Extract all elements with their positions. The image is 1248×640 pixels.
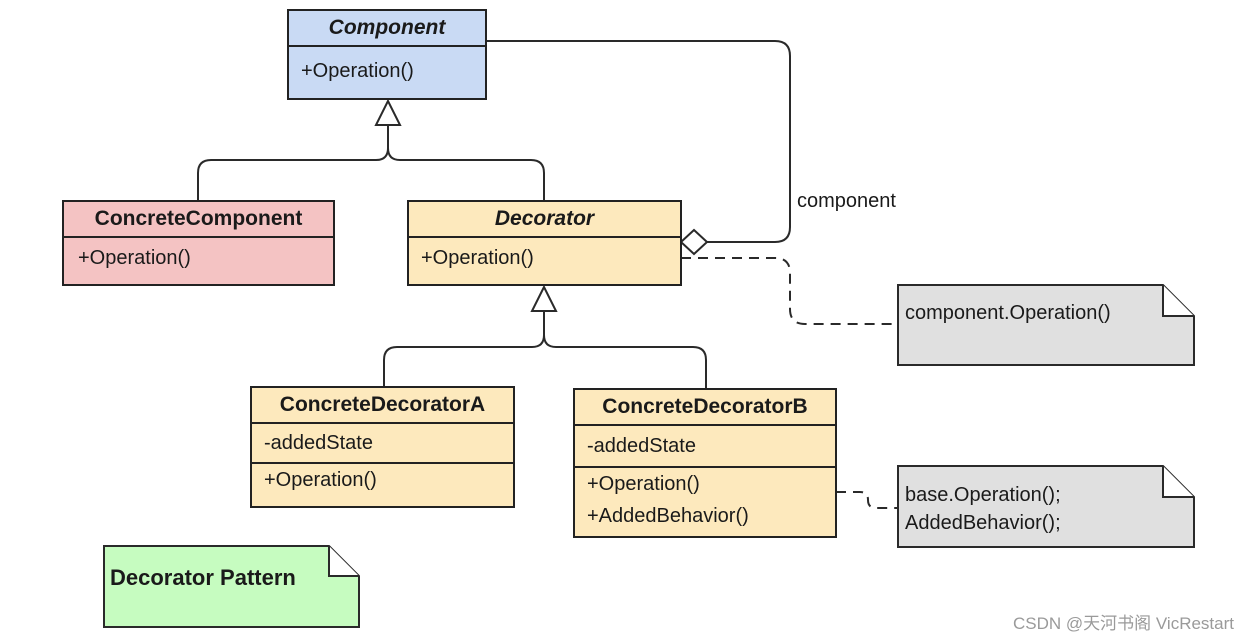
operation: +Operation() bbox=[421, 247, 534, 269]
operation: +Operation() bbox=[301, 60, 414, 82]
note-decorator-b-behavior[interactable]: base.Operation(); AddedBehavior(); bbox=[897, 465, 1195, 548]
aggregation-role-label: component bbox=[797, 190, 896, 212]
note-text-line-2: AddedBehavior(); bbox=[905, 512, 1061, 534]
generalization-line-decorator-a bbox=[383, 310, 545, 388]
operations-section: +Operation() bbox=[64, 238, 333, 274]
attribute: -addedState bbox=[587, 435, 696, 457]
operations-section: +Operation() bbox=[409, 238, 680, 274]
operations-section: +Operation() +AddedBehavior() bbox=[575, 466, 835, 532]
attributes-section: -addedState bbox=[252, 424, 513, 462]
attributes-section: -addedState bbox=[575, 426, 835, 466]
class-name: ConcreteDecoratorA bbox=[252, 388, 513, 424]
inheritance-arrowhead-component bbox=[374, 98, 402, 126]
class-decorator[interactable]: Decorator +Operation() bbox=[407, 200, 682, 286]
note-link-decorator-b bbox=[836, 491, 898, 509]
title-note[interactable]: Decorator Pattern bbox=[103, 545, 360, 628]
class-concrete-decorator-a[interactable]: ConcreteDecoratorA -addedState +Operatio… bbox=[250, 386, 515, 508]
operation: +Operation() bbox=[587, 473, 700, 495]
class-concrete-component[interactable]: ConcreteComponent +Operation() bbox=[62, 200, 335, 286]
note-text: component.Operation() bbox=[905, 302, 1111, 324]
class-name: Component bbox=[289, 11, 485, 47]
note-link-decorator bbox=[681, 257, 898, 325]
generalization-line-decorator bbox=[387, 147, 545, 202]
note-text-line-1: base.Operation(); bbox=[905, 484, 1061, 506]
attribute: -addedState bbox=[264, 432, 373, 454]
note-decorator-operation[interactable]: component.Operation() bbox=[897, 284, 1195, 366]
generalization-line-decorator-b bbox=[543, 334, 707, 390]
generalization-line-component bbox=[197, 125, 389, 202]
operation: +AddedBehavior() bbox=[587, 505, 749, 527]
class-concrete-decorator-b[interactable]: ConcreteDecoratorB -addedState +Operatio… bbox=[573, 388, 837, 538]
title-note-text: Decorator Pattern bbox=[110, 565, 296, 590]
class-component[interactable]: Component +Operation() bbox=[287, 9, 487, 100]
inheritance-arrowhead-decorator bbox=[530, 284, 558, 312]
watermark: CSDN @天河书阁 VicRestart bbox=[1013, 614, 1234, 633]
class-name: ConcreteComponent bbox=[64, 202, 333, 238]
aggregation-diamond bbox=[679, 228, 709, 256]
operation: +Operation() bbox=[78, 247, 191, 269]
operation: +Operation() bbox=[264, 469, 377, 491]
class-name: ConcreteDecoratorB bbox=[575, 390, 835, 426]
operations-section: +Operation() bbox=[252, 462, 513, 496]
operations-section: +Operation() bbox=[289, 47, 485, 87]
class-name: Decorator bbox=[409, 202, 680, 238]
